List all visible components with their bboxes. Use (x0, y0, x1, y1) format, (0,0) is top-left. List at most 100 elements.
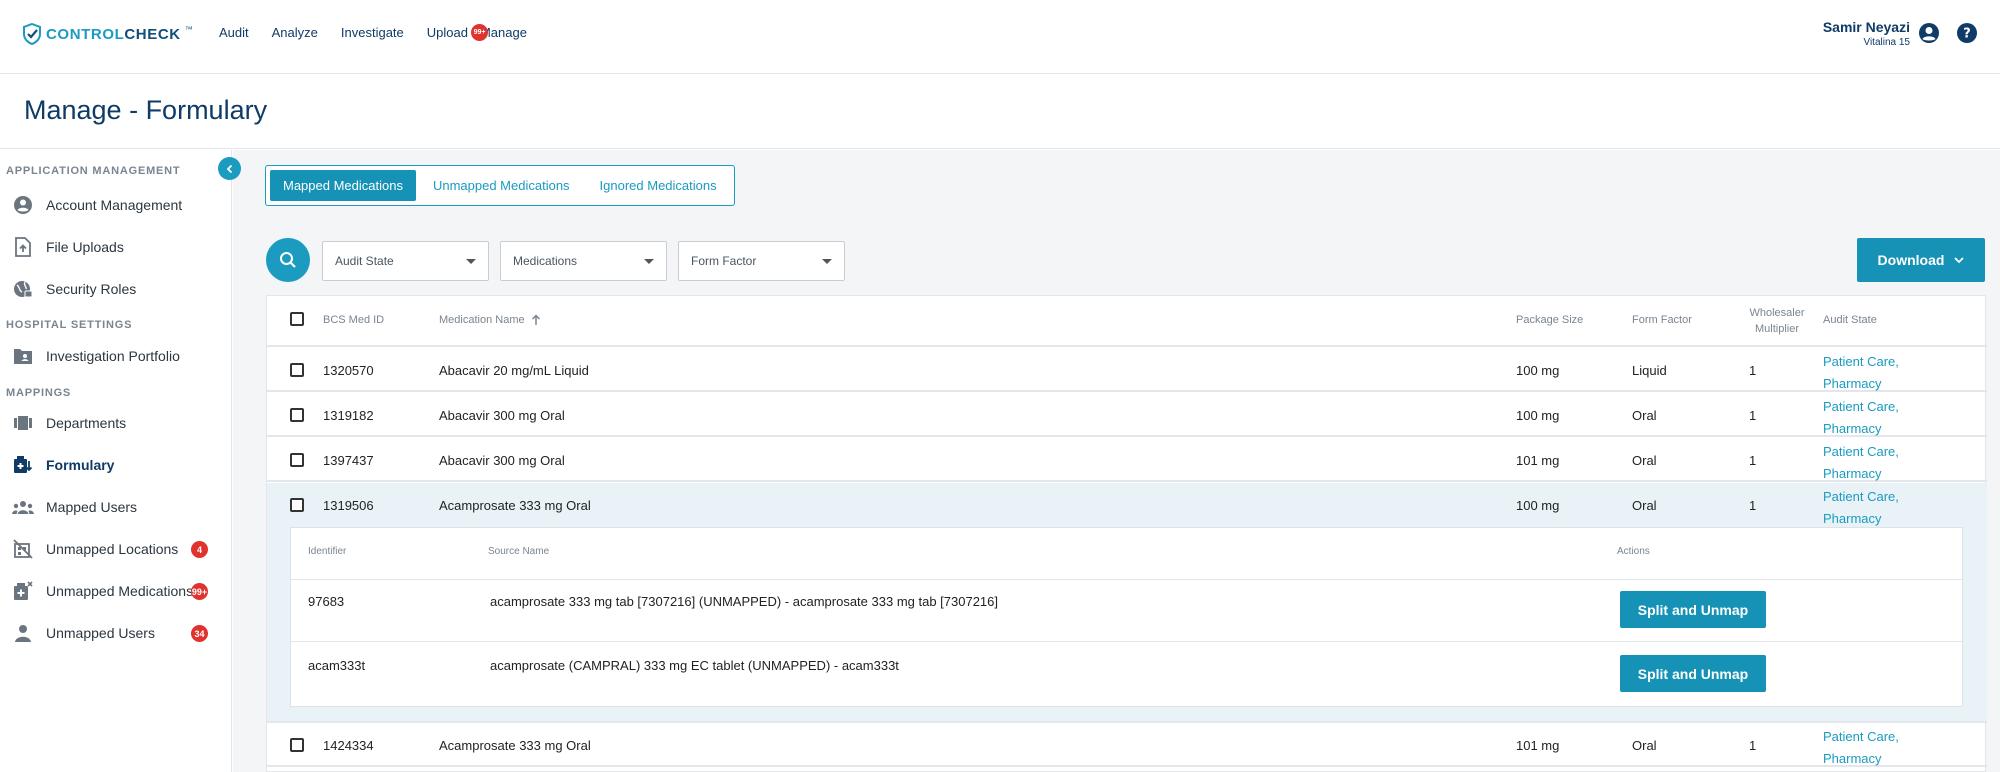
cell-audit-state-link[interactable]: Patient Care, Pharmacy (1823, 486, 1899, 530)
formulary-icon (12, 454, 34, 476)
caret-down-icon (466, 259, 476, 264)
subtable-cell-identifier: 97683 (308, 594, 345, 609)
nav-analyze[interactable]: Analyze (272, 25, 318, 40)
select-all-checkbox[interactable] (290, 312, 304, 326)
column-header-wholesaler-multiplier[interactable]: Wholesaler Multiplier (1747, 305, 1807, 337)
unmapped-users-badge: 34 (191, 625, 208, 642)
download-button[interactable]: Download (1857, 238, 1985, 282)
sidebar-item-account-management[interactable]: Account Management (12, 191, 182, 219)
column-header-label: Medication Name (439, 314, 525, 326)
cell-medication-name: Abacavir 20 mg/mL Liquid (439, 363, 589, 378)
column-header-medication-name[interactable]: Medication Name (439, 314, 541, 326)
sidebar-collapse-button[interactable] (218, 157, 241, 180)
brand-trademark: ™ (184, 24, 193, 34)
cell-wholesaler-multiplier: 1 (1749, 738, 1757, 753)
medication-off-icon (12, 580, 34, 602)
table-row[interactable]: 1424334 Acamprosate 333 mg Oral 101 mg O… (267, 723, 1987, 767)
sidebar-item-file-uploads[interactable]: File Uploads (12, 233, 124, 261)
sidebar-section-mappings: MAPPINGS (6, 387, 72, 399)
search-button[interactable] (266, 238, 310, 282)
sidebar-item-label: Investigation Portfolio (46, 348, 180, 364)
sidebar-item-label: Unmapped Locations (46, 541, 179, 557)
brand-logo[interactable]: CONTROLCHECK ™ (22, 22, 193, 46)
cell-wholesaler-multiplier: 1 (1749, 363, 1757, 378)
audit-state-line: Patient Care, (1823, 399, 1899, 414)
medications-select[interactable]: Medications (500, 241, 667, 281)
download-button-label: Download (1877, 252, 1945, 268)
sidebar-item-label: Mapped Users (46, 499, 138, 515)
sidebar-item-unmapped-medications[interactable]: Unmapped Medications (12, 577, 193, 605)
sidebar-item-label: Formulary (46, 457, 115, 473)
divider (291, 579, 1964, 580)
tab-unmapped-medications[interactable]: Unmapped Medications (420, 170, 583, 201)
sidebar-item-label: Departments (46, 415, 127, 431)
unmapped-medications-badge: 99+ (191, 583, 208, 600)
table-row[interactable]: 1397437 Abacavir 300 mg Oral 101 mg Oral… (267, 438, 1987, 482)
cell-package-size: 101 mg (1516, 738, 1560, 753)
cell-bcs-med-id: 1319182 (323, 408, 374, 423)
user-account-icon[interactable] (1918, 22, 1940, 44)
caret-down-icon (644, 259, 654, 264)
nav-investigate[interactable]: Investigate (341, 25, 404, 40)
caret-down-icon (822, 259, 832, 264)
departments-icon (12, 412, 34, 434)
sidebar-item-departments[interactable]: Departments (12, 409, 126, 437)
cell-audit-state-link[interactable]: Patient Care, Pharmacy (1823, 726, 1899, 770)
sidebar-item-unmapped-locations[interactable]: Unmapped Locations (12, 535, 178, 563)
svg-text:?: ? (1963, 27, 1971, 42)
cell-package-size: 100 mg (1516, 498, 1560, 513)
row-checkbox[interactable] (290, 408, 304, 422)
row-checkbox[interactable] (290, 738, 304, 752)
cell-audit-state-link[interactable]: Patient Care, Pharmacy (1823, 396, 1899, 440)
row-checkbox[interactable] (290, 453, 304, 467)
cell-audit-state-link[interactable]: Patient Care, Pharmacy (1823, 441, 1899, 485)
subtable-cell-source-name: acamprosate (CAMPRAL) 333 mg EC tablet (… (490, 658, 899, 673)
table-row-expanded[interactable]: 1319506 Acamprosate 333 mg Oral 100 mg O… (267, 483, 1987, 527)
column-header-package-size[interactable]: Package Size (1516, 314, 1583, 326)
row-checkbox[interactable] (290, 498, 304, 512)
sidebar-item-label: Unmapped Users (46, 625, 155, 641)
subtable-cell-identifier: acam333t (308, 658, 366, 673)
cell-audit-state-link[interactable]: Patient Care, Pharmacy (1823, 351, 1899, 395)
audit-state-select[interactable]: Audit State (322, 241, 489, 281)
globe-lock-icon (12, 278, 34, 300)
account-circle-icon (12, 194, 34, 216)
column-header-audit-state[interactable]: Audit State (1823, 314, 1877, 326)
unmapped-locations-badge: 4 (191, 541, 208, 558)
page-title: Manage - Formulary (24, 95, 268, 125)
split-and-unmap-button[interactable]: Split and Unmap (1620, 591, 1766, 628)
users-group-icon (12, 496, 34, 518)
row-checkbox[interactable] (290, 363, 304, 377)
user-info[interactable]: Samir Neyazi Vitalina 15 (1823, 19, 1910, 48)
sidebar-section-hospital-settings: HOSPITAL SETTINGS (6, 319, 133, 331)
cell-wholesaler-multiplier: 1 (1749, 498, 1757, 513)
table-row[interactable]: 1319182 Abacavir 300 mg Oral 100 mg Oral… (267, 393, 1987, 437)
audit-state-line: Patient Care, (1823, 489, 1899, 504)
cell-medication-name: Abacavir 300 mg Oral (439, 453, 565, 468)
subtable-header-identifier: Identifier (308, 546, 347, 557)
nav-upload[interactable]: Upload (427, 25, 468, 40)
sidebar-item-label: Unmapped Medications (46, 583, 194, 599)
sidebar-item-formulary[interactable]: Formulary (12, 451, 114, 479)
column-header-bcs-med-id[interactable]: BCS Med ID (323, 314, 384, 326)
cell-package-size: 101 mg (1516, 453, 1560, 468)
tab-ignored-medications[interactable]: Ignored Medications (587, 170, 730, 201)
subtable-cell-source-name: acamprosate 333 mg tab [7307216] (UNMAPP… (490, 594, 999, 609)
sidebar-item-investigation-portfolio[interactable]: Investigation Portfolio (12, 342, 180, 370)
form-factor-select[interactable]: Form Factor (678, 241, 845, 281)
nav-audit[interactable]: Audit (219, 25, 249, 40)
table-row[interactable]: 1320570 Abacavir 20 mg/mL Liquid 100 mg … (267, 348, 1987, 392)
subtable-header-source-name: Source Name (488, 546, 550, 557)
tab-mapped-medications[interactable]: Mapped Medications (270, 170, 416, 201)
user-name: Samir Neyazi (1822, 19, 1910, 35)
chevron-left-icon (226, 164, 232, 173)
sidebar-item-mapped-users[interactable]: Mapped Users (12, 493, 137, 521)
page-header: Manage - Formulary (0, 75, 2000, 149)
help-icon[interactable]: ? (1956, 22, 1978, 44)
column-header-label: Wholesaler (1749, 307, 1805, 319)
sidebar-item-security-roles[interactable]: Security Roles (12, 275, 136, 303)
person-icon (12, 622, 34, 644)
sidebar-item-unmapped-users[interactable]: Unmapped Users (12, 619, 155, 647)
column-header-form-factor[interactable]: Form Factor (1632, 314, 1692, 326)
split-and-unmap-button[interactable]: Split and Unmap (1620, 655, 1766, 692)
